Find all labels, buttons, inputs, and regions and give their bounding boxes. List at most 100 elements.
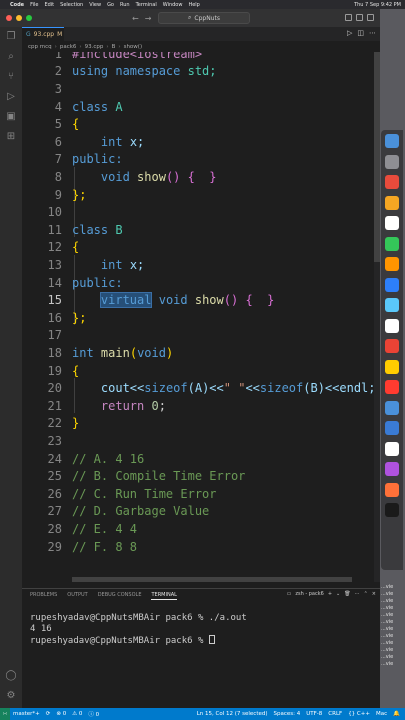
dock-app-icon[interactable] (385, 462, 399, 476)
dock-app-icon[interactable] (385, 339, 399, 353)
back-arrow-icon[interactable]: ← (132, 14, 139, 23)
breadcrumb-folder[interactable]: cpp mcq (28, 44, 52, 50)
dock-app-icon[interactable] (385, 482, 399, 497)
dock-app-icon[interactable] (385, 236, 399, 251)
menu-terminal[interactable]: Terminal (136, 2, 157, 8)
dock-app-icon[interactable] (385, 298, 399, 312)
desktop-file-label[interactable]: ...vie (381, 619, 403, 626)
dock-app-icon[interactable] (385, 195, 399, 210)
desktop-file-label[interactable]: ...vie (381, 598, 403, 605)
desktop-file-label[interactable]: ...vie (381, 633, 403, 640)
maximize-panel-icon[interactable]: ⌃ (364, 591, 368, 597)
error-count[interactable]: ⊗ 0 (53, 711, 69, 717)
command-center-search[interactable]: ⌕ CppNuts (158, 12, 250, 24)
explorer-icon[interactable]: ❐ (5, 31, 17, 43)
dock-app-icon[interactable] (385, 277, 399, 292)
desktop-file-label[interactable]: ...vie (381, 640, 403, 647)
line-ending[interactable]: CRLF (325, 711, 345, 717)
menu-go[interactable]: Go (107, 2, 114, 8)
horizontal-scrollbar[interactable] (72, 577, 352, 582)
remote-explorer-icon[interactable]: ▣ (5, 111, 17, 123)
desktop-file-label[interactable]: ...vie (381, 647, 403, 654)
desktop-file-label[interactable]: ...vie (381, 605, 403, 612)
more-actions-icon[interactable]: ⋯ (355, 591, 360, 597)
cursor-position[interactable]: Ln 15, Col 12 (7 selected) (194, 711, 271, 717)
dock-app-icon[interactable] (385, 134, 399, 148)
file-encoding[interactable]: UTF-8 (303, 711, 325, 717)
run-debug-icon[interactable]: ▷ (5, 91, 17, 103)
sync-icon[interactable]: ⟳ (43, 711, 54, 717)
menu-edit[interactable]: Edit (44, 2, 54, 8)
minimize-window-button[interactable] (16, 15, 22, 21)
new-terminal-icon[interactable]: + (328, 591, 332, 597)
remote-indicator-icon[interactable]: ›‹ (0, 708, 10, 720)
maximize-window-button[interactable] (26, 15, 32, 21)
search-icon[interactable]: ⌕ (5, 51, 17, 63)
dock-app-icon[interactable] (385, 359, 399, 374)
breadcrumb-class[interactable]: B (112, 44, 116, 50)
breadcrumb-file[interactable]: 93.cpp (85, 44, 104, 50)
toggle-secondary-sidebar-icon[interactable] (367, 14, 374, 21)
trash-icon[interactable]: 🗑 (344, 591, 350, 597)
language-mode[interactable]: {} C++ (345, 711, 373, 717)
clock[interactable]: Thu 7 Sep 9:42 PM (354, 2, 401, 8)
toggle-panel-icon[interactable] (356, 14, 363, 21)
menu-help[interactable]: Help (188, 2, 199, 8)
breadcrumb-symbol[interactable]: show() (124, 44, 143, 50)
run-icon[interactable]: ▷ (347, 29, 352, 37)
more-actions-icon[interactable]: ⋯ (369, 29, 376, 37)
indentation[interactable]: Spaces: 4 (271, 711, 304, 717)
desktop-file-label[interactable]: ...vie (381, 654, 403, 661)
menu-selection[interactable]: Selection (60, 2, 83, 8)
split-editor-icon[interactable]: ◫ (357, 29, 364, 37)
terminal-output[interactable]: rupeshyadav@CppNutsMBAir pack6 % ./a.out… (30, 613, 247, 647)
toggle-sidebar-icon[interactable] (345, 14, 352, 21)
code-editor[interactable]: 1 #include<iostream> 2 using namespace s… (22, 52, 380, 582)
platform-label[interactable]: Mac (373, 711, 390, 717)
desktop-file-label[interactable]: ...vie (381, 661, 403, 668)
dock-app-icon[interactable] (385, 175, 399, 189)
breadcrumb-subfolder[interactable]: pack6 (60, 44, 77, 50)
chevron-down-icon[interactable]: ⌄ (336, 591, 340, 597)
tab-problems[interactable]: PROBLEMS (30, 592, 57, 600)
info-count[interactable]: ⓘ 0 (85, 710, 102, 718)
account-icon[interactable]: ◯ (5, 670, 17, 682)
close-window-button[interactable] (6, 15, 12, 21)
dock-app-icon[interactable] (385, 257, 399, 271)
forward-arrow-icon[interactable]: → (145, 14, 152, 23)
terminal-shell-label[interactable]: zsh - pack6 (295, 591, 323, 597)
dock-app-icon[interactable] (385, 216, 399, 230)
git-branch[interactable]: master*+ (10, 711, 43, 717)
selected-text[interactable]: virtual (99, 292, 153, 309)
menu-window[interactable]: Window (163, 2, 183, 8)
dock-app-icon[interactable] (385, 380, 399, 394)
desktop-file-label[interactable]: ...vie (381, 626, 403, 633)
menu-app-name[interactable]: Code (10, 2, 24, 8)
dock-app-icon[interactable] (385, 441, 399, 456)
extensions-icon[interactable]: ⊞ (5, 131, 17, 143)
menu-view[interactable]: View (89, 2, 101, 8)
dock-app-icon[interactable] (385, 318, 399, 333)
terminal-shell-icon: ▭ (286, 591, 292, 597)
dock-app-icon[interactable] (385, 400, 399, 415)
dock-app-icon[interactable] (385, 154, 399, 169)
dock-app-icon[interactable] (385, 503, 399, 517)
desktop-file-label[interactable]: ...vie (381, 584, 403, 591)
code-token: std; (187, 64, 217, 79)
breadcrumb: cpp mcq › pack6 › 93.cpp › B › show() (22, 41, 380, 52)
desktop-file-label[interactable]: ...vie (381, 591, 403, 598)
tab-terminal[interactable]: TERMINAL (151, 592, 177, 600)
menu-run[interactable]: Run (120, 2, 130, 8)
menu-file[interactable]: File (30, 2, 38, 8)
source-control-icon[interactable]: ⑂ (5, 71, 17, 83)
dock-app-icon[interactable] (385, 421, 399, 435)
close-panel-icon[interactable]: × (372, 591, 376, 597)
manage-gear-icon[interactable]: ⚙ (5, 690, 17, 702)
notifications-bell-icon[interactable]: 🔔 (390, 711, 403, 717)
tab-93-cpp[interactable]: G 93.cpp M (22, 27, 64, 41)
tab-debug-console[interactable]: DEBUG CONSOLE (98, 592, 142, 600)
desktop-file-label[interactable]: ...vie (381, 612, 403, 619)
code-token: sizeof (259, 381, 304, 396)
tab-output[interactable]: OUTPUT (67, 592, 87, 600)
warning-count[interactable]: ⚠ 0 (69, 711, 85, 717)
